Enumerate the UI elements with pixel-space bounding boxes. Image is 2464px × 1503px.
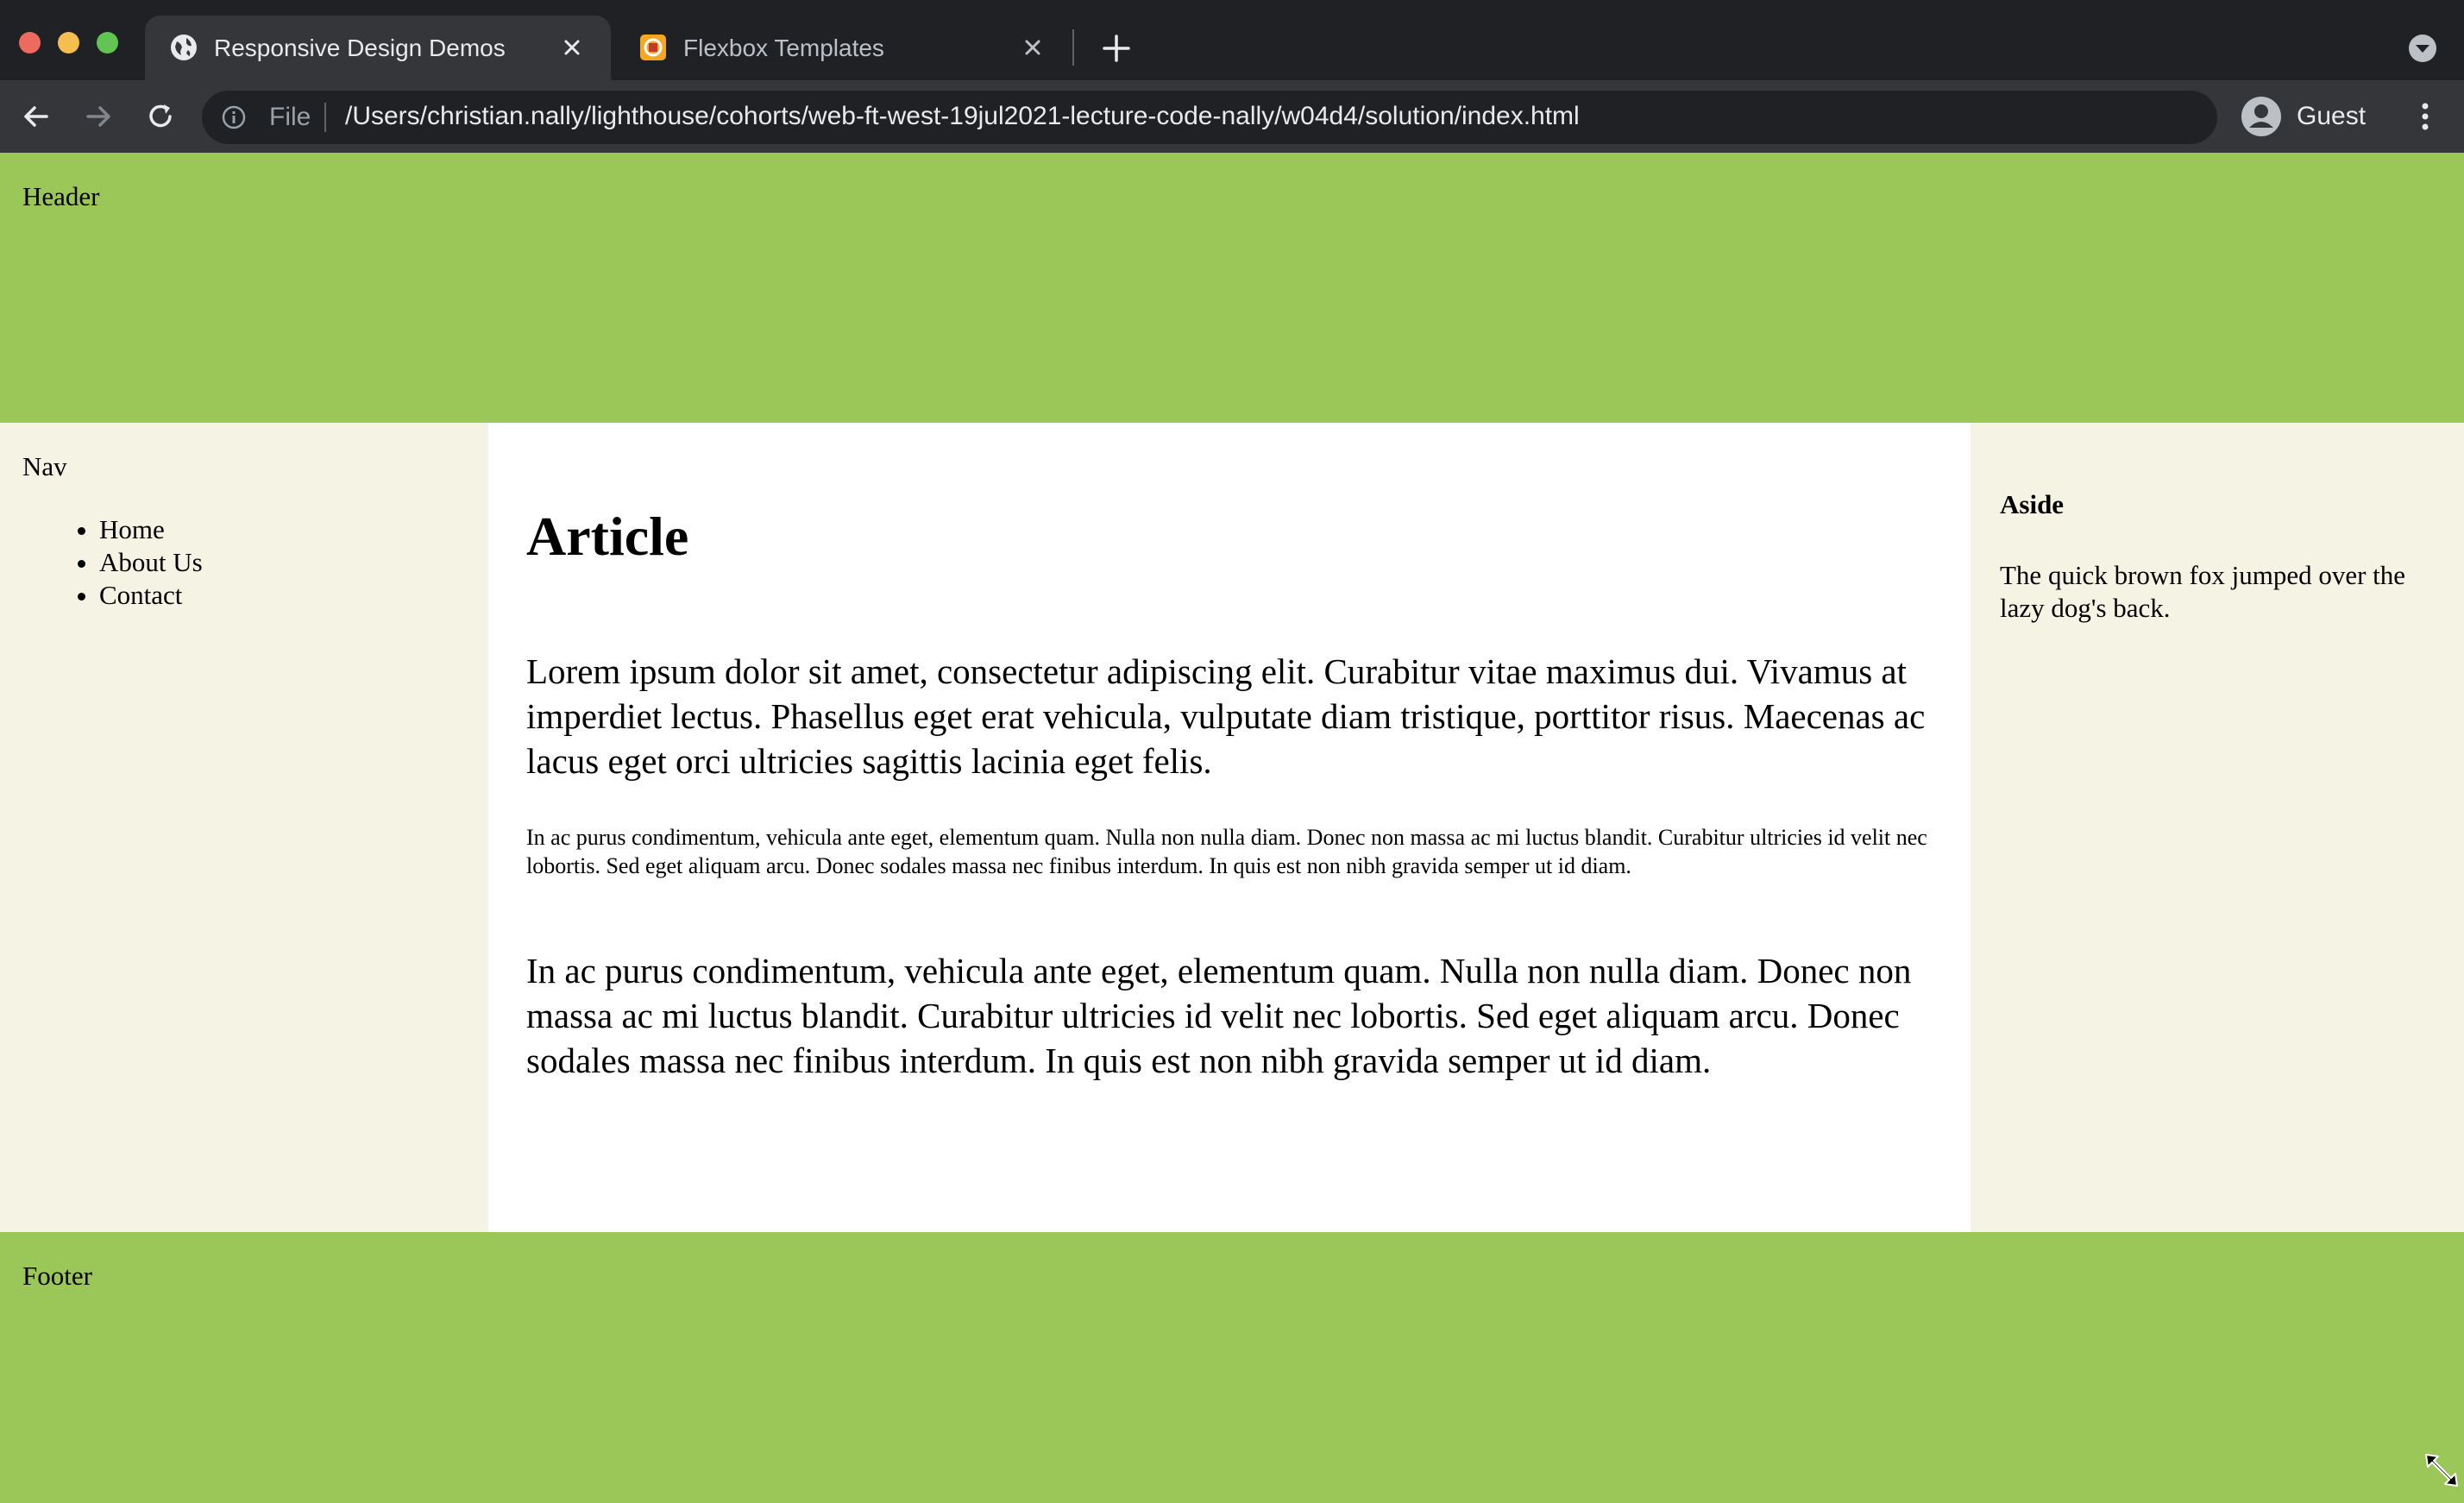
profile-button[interactable]: Guest: [2240, 92, 2366, 141]
close-window-button[interactable]: [19, 32, 41, 53]
browser-tab-bar: Responsive Design Demos Flexbox Template…: [0, 0, 2464, 80]
tab-separator: [1072, 29, 1074, 66]
address-divider: [324, 103, 326, 132]
tab-search-chevron-icon[interactable]: [2407, 33, 2438, 64]
avatar-icon: [2241, 97, 2281, 136]
profile-label: Guest: [2297, 102, 2367, 130]
article-heading: Article: [526, 506, 689, 567]
tab-responsive-design-demos[interactable]: Responsive Design Demos: [145, 16, 611, 80]
nav-item-about-us[interactable]: About Us: [99, 546, 203, 579]
browser-toolbar: File /Users/christian.nally/lighthouse/c…: [0, 80, 2464, 153]
aside-text: The quick brown fox jumped over the lazy…: [2000, 560, 2406, 623]
tab-title: Responsive Design Demos: [214, 35, 506, 61]
page-nav: Nav Home About Us Contact: [0, 423, 488, 1232]
footer-label: Footer: [22, 1261, 92, 1291]
nav-label: Nav: [22, 451, 67, 481]
address-url[interactable]: /Users/christian.nally/lighthouse/cohort…: [345, 102, 1580, 131]
maximize-window-button[interactable]: [97, 32, 118, 53]
article-paragraph-1: Lorem ipsum dolor sit amet, consectetur …: [526, 651, 1926, 781]
web-page: Header Nav Home About Us Contact Article…: [0, 153, 2464, 1503]
close-tab-icon[interactable]: [1020, 35, 1046, 60]
tab-flexbox-templates[interactable]: Flexbox Templates: [614, 16, 1072, 80]
nav-item-home[interactable]: Home: [99, 513, 203, 546]
minimize-window-button[interactable]: [58, 32, 79, 53]
tab-title: Flexbox Templates: [683, 35, 884, 61]
close-tab-icon[interactable]: [559, 35, 585, 60]
page-main-article: Article Lorem ipsum dolor sit amet, cons…: [488, 423, 1971, 1232]
new-tab-plus-icon[interactable]: [1099, 31, 1134, 66]
article-paragraph-3: In ac purus condimentum, vehicula ante e…: [526, 951, 1912, 1080]
forward-arrow-icon[interactable]: [79, 97, 117, 135]
article-paragraph-2: In ac purus condimentum, vehicula ante e…: [526, 825, 1927, 878]
page-header: Header: [0, 153, 2464, 423]
back-arrow-icon[interactable]: [17, 97, 55, 135]
address-bar[interactable]: File /Users/christian.nally/lighthouse/c…: [202, 91, 2217, 144]
reload-icon[interactable]: [141, 97, 179, 135]
nav-list: Home About Us Contact: [22, 513, 203, 612]
globe-icon: [171, 35, 197, 60]
aside-heading: Aside: [2000, 489, 2065, 519]
info-icon[interactable]: [221, 104, 247, 130]
header-label: Header: [22, 181, 100, 211]
address-scheme-label: File: [269, 103, 311, 131]
page-footer: Footer: [0, 1232, 2464, 1503]
resize-cursor-icon: [2425, 1454, 2458, 1487]
site-favicon-icon: [640, 35, 666, 60]
more-menu-icon[interactable]: [2412, 97, 2438, 135]
page-aside: Aside The quick brown fox jumped over th…: [1971, 423, 2464, 1232]
nav-item-contact[interactable]: Contact: [99, 579, 203, 612]
